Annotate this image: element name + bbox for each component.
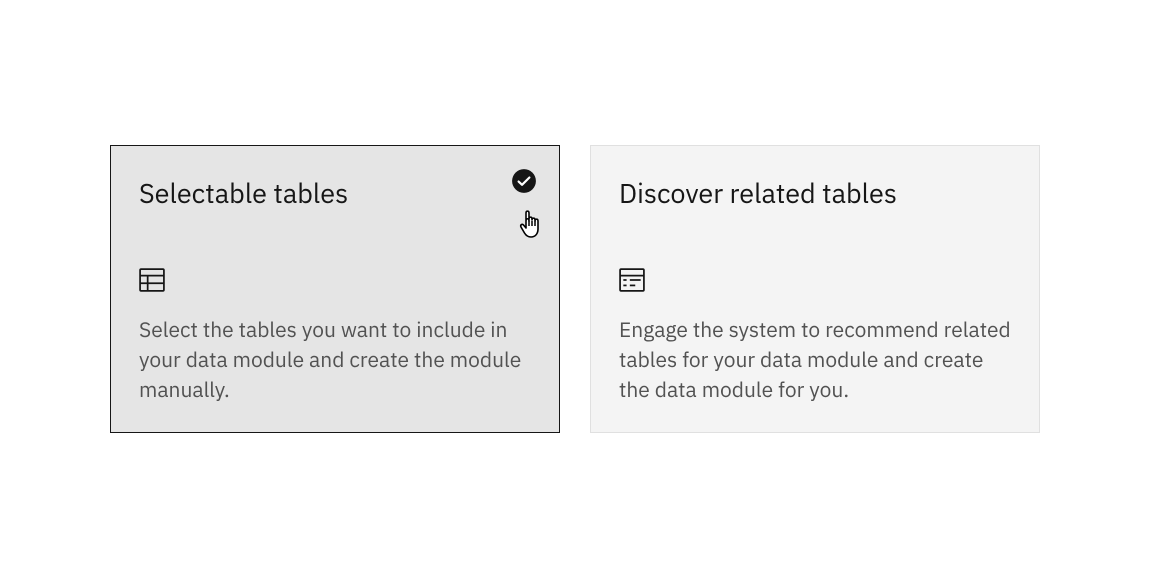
option-card-group: Selectable tables Select the t [110, 145, 1040, 433]
data-table-icon [619, 267, 645, 293]
card-title: Discover related tables [619, 176, 1011, 211]
option-card-selectable-tables[interactable]: Selectable tables Select the t [110, 145, 560, 433]
card-description: Engage the system to recommend related t… [619, 315, 1011, 404]
table-icon [139, 267, 165, 293]
card-title: Selectable tables [139, 176, 531, 211]
option-card-discover-related-tables[interactable]: Discover related tables Engage the syste… [590, 145, 1040, 433]
pointer-cursor-icon [517, 210, 545, 240]
card-description: Select the tables you want to include in… [139, 315, 531, 404]
checkmark-filled-icon [511, 168, 537, 194]
